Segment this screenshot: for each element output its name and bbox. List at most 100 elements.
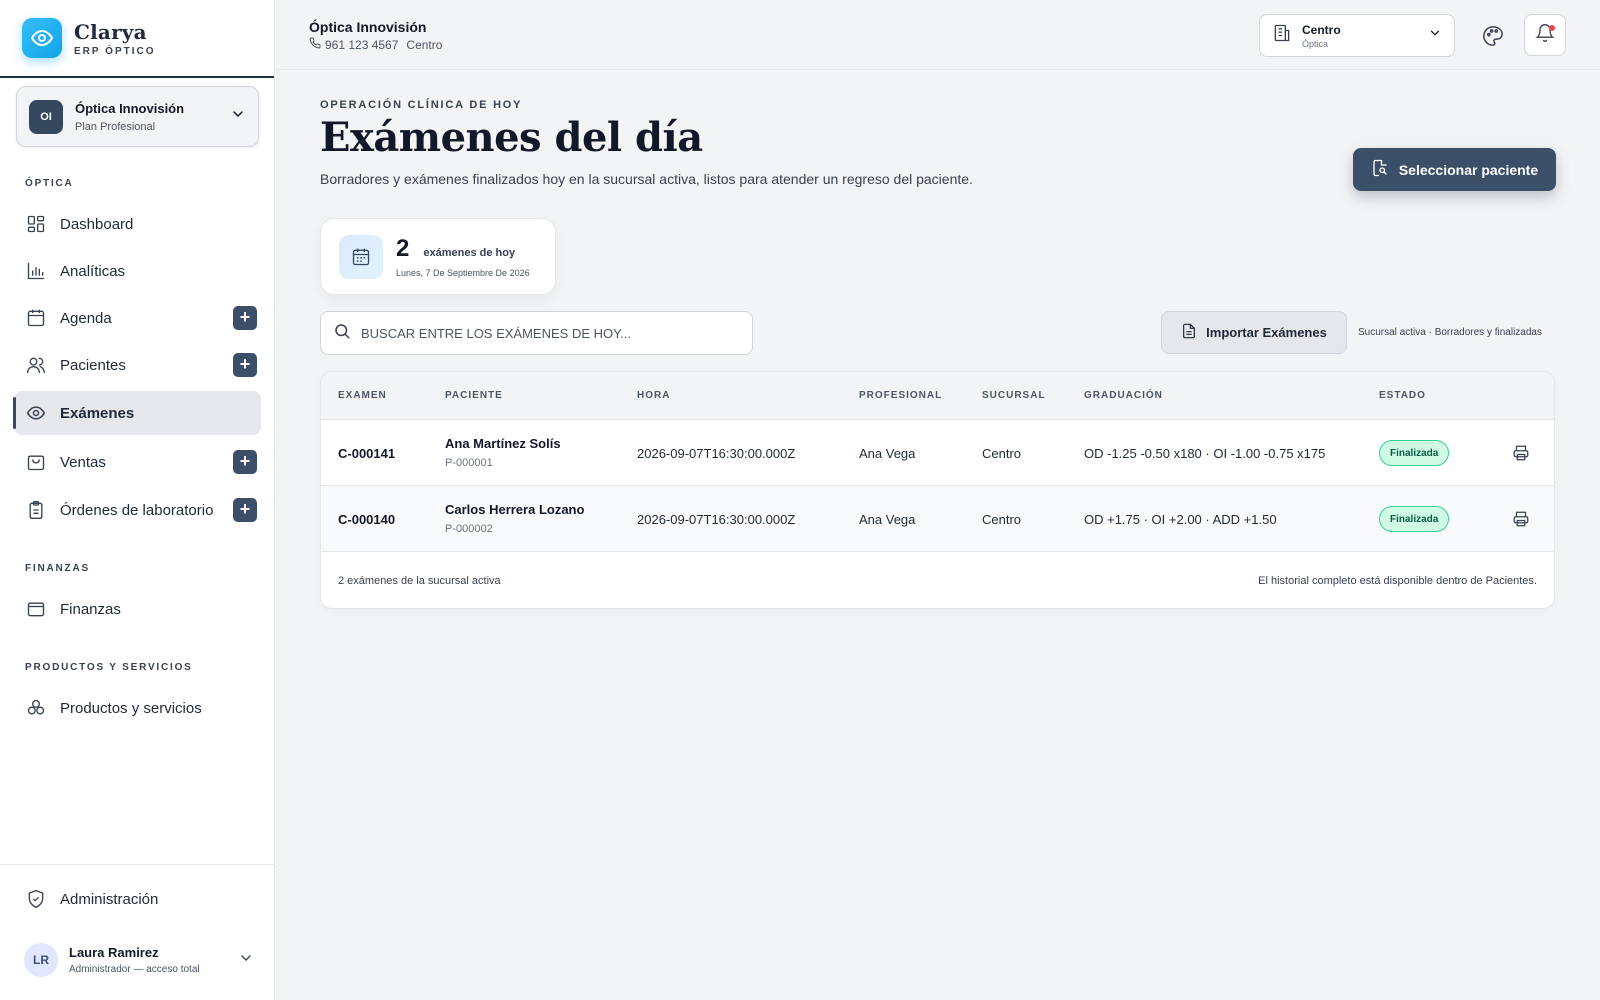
branch-name: Centro [1302, 22, 1341, 37]
table-footer-note: El historial completo está disponible de… [1258, 575, 1537, 587]
organization-selector[interactable]: OI Óptica Innovisión Plan Profesional [16, 86, 259, 147]
sidebar-item-ventas[interactable]: Ventas + [14, 440, 261, 484]
clipboard-icon [26, 500, 46, 520]
sidebar-item-label: Finanzas [60, 600, 121, 618]
sidebar-item-label: Agenda [60, 309, 112, 327]
status-badge: Finalizada [1379, 440, 1450, 466]
calendar-icon [339, 234, 383, 279]
column-header: SUCURSAL [982, 390, 1046, 401]
select-patient-label: Seleccionar paciente [1398, 161, 1539, 178]
palette-icon[interactable] [1479, 22, 1507, 50]
notifications-button[interactable] [1524, 14, 1566, 56]
exam-branch: Centro [982, 512, 1022, 527]
branch-type: Óptica [1302, 38, 1329, 49]
search-icon [333, 322, 351, 345]
add-sale-button[interactable]: + [233, 450, 257, 474]
printer-icon[interactable] [1509, 507, 1533, 531]
user-role: Administrador — acceso total [69, 964, 200, 975]
sidebar-item-ordenes[interactable]: Órdenes de laboratorio + [14, 488, 261, 532]
exam-professional: Ana Vega [859, 446, 916, 461]
organization-name: Óptica Innovisión [75, 100, 185, 116]
sidebar-item-pacientes[interactable]: Pacientes + [14, 343, 261, 387]
patient-id: P-000001 [445, 457, 493, 469]
organization-avatar: OI [29, 99, 63, 134]
column-header: PROFESIONAL [859, 390, 943, 401]
exam-graduation: OD -1.25 -0.50 x180 · OI -1.00 -0.75 x17… [1084, 446, 1326, 461]
sidebar-item-label: Administración [60, 890, 159, 908]
organization-plan: Plan Profesional [75, 120, 156, 133]
page-description: Borradores y exámenes finalizados hoy en… [320, 171, 973, 187]
status-badge: Finalizada [1379, 506, 1450, 532]
select-patient-button[interactable]: Seleccionar paciente [1353, 148, 1556, 191]
sidebar-divider [0, 864, 275, 865]
building-icon [1272, 23, 1292, 48]
branch-select[interactable]: Centro Óptica [1259, 14, 1455, 57]
wallet-icon [26, 599, 46, 619]
exams-table: EXAMEN PACIENTE HORA PROFESIONAL SUCURSA… [320, 371, 1555, 609]
user-menu[interactable]: LR Laura Ramirez Administrador — acceso … [24, 940, 254, 980]
exams-today-label: exámenes de hoy [423, 247, 516, 259]
add-lab-order-button[interactable]: + [233, 498, 257, 522]
chevron-down-icon [1428, 26, 1442, 45]
search-box [320, 311, 753, 355]
brand-name: Clarya [74, 19, 147, 44]
column-header: GRADUACIÓN [1084, 390, 1163, 401]
file-text-icon [1181, 323, 1197, 342]
dashboard-icon [26, 214, 46, 234]
chevron-down-icon [238, 950, 254, 971]
file-search-icon [1371, 159, 1389, 180]
page-eyebrow: OPERACIÓN CLÍNICA DE HOY [320, 99, 523, 111]
sidebar-item-analiticas[interactable]: Analíticas [14, 249, 261, 293]
exam-time: 2026-09-07T16:30:00.000Z [637, 446, 796, 461]
eye-icon [26, 403, 46, 423]
sidebar-item-label: Dashboard [60, 215, 134, 233]
exam-time: 2026-09-07T16:30:00.000Z [637, 512, 796, 527]
exam-professional: Ana Vega [859, 512, 916, 527]
topbar: Óptica Innovisión 961 123 4567 Centro Ce… [276, 0, 1600, 70]
boxes-icon [26, 698, 46, 718]
notification-dot [1549, 25, 1555, 31]
sidebar: Clarya ERP ÓPTICO OI Óptica Innovisión P… [0, 0, 275, 1000]
sidebar-item-administracion[interactable]: Administración [14, 877, 261, 921]
sidebar-item-dashboard[interactable]: Dashboard [14, 202, 261, 246]
section-label-productos: PRODUCTOS Y SERVICIOS [25, 662, 193, 673]
column-header: EXAMEN [338, 390, 387, 401]
exam-branch: Centro [982, 446, 1022, 461]
add-agenda-button[interactable]: + [233, 306, 257, 330]
import-exams-button[interactable]: Importar Exámenes [1161, 311, 1347, 354]
calendar-icon [26, 308, 46, 328]
shield-icon [26, 889, 46, 909]
sidebar-item-label: Pacientes [60, 356, 126, 374]
section-label-finanzas: FINANZAS [25, 563, 90, 574]
business-title: Óptica Innovisión [309, 19, 427, 35]
table-row[interactable]: C-000141 Ana Martínez Solís P-000001 202… [321, 420, 1554, 486]
exams-today-card: 2 exámenes de hoy Lunes, 7 De Septiembre… [320, 218, 556, 295]
brand-subtitle: ERP ÓPTICO [74, 45, 156, 57]
sidebar-item-label: Órdenes de laboratorio [60, 501, 214, 519]
table-row[interactable]: C-000140 Carlos Herrera Lozano P-000002 … [321, 486, 1554, 552]
business-contact: 961 123 4567 Centro [309, 37, 442, 52]
sidebar-item-productos[interactable]: Productos y servicios [14, 686, 261, 730]
patient-name: Ana Martínez Solís [445, 436, 561, 451]
phone-icon [309, 37, 321, 52]
user-name: Laura Ramirez [69, 945, 159, 960]
avatar: LR [24, 943, 58, 977]
patient-name: Carlos Herrera Lozano [445, 502, 585, 517]
sidebar-item-label: Analíticas [60, 262, 126, 280]
sidebar-item-label: Ventas [60, 453, 106, 471]
table-footer-count: 2 exámenes de la sucursal activa [338, 575, 501, 587]
exam-graduation: OD +1.75 · OI +2.00 · ADD +1.50 [1084, 512, 1277, 527]
table-header: EXAMEN PACIENTE HORA PROFESIONAL SUCURSA… [321, 372, 1554, 420]
brand-eye-icon [22, 18, 62, 58]
column-header: ESTADO [1379, 390, 1426, 401]
sidebar-item-agenda[interactable]: Agenda + [14, 296, 261, 340]
exam-code: C-000141 [338, 446, 396, 461]
bar-chart-icon [26, 261, 46, 281]
add-patient-button[interactable]: + [233, 353, 257, 377]
search-input[interactable] [361, 325, 752, 341]
patient-id: P-000002 [445, 523, 493, 535]
sidebar-item-finanzas[interactable]: Finanzas [14, 587, 261, 631]
sidebar-item-examenes[interactable]: Exámenes [13, 391, 261, 435]
printer-icon[interactable] [1509, 441, 1533, 465]
shopping-bag-icon [26, 452, 46, 472]
